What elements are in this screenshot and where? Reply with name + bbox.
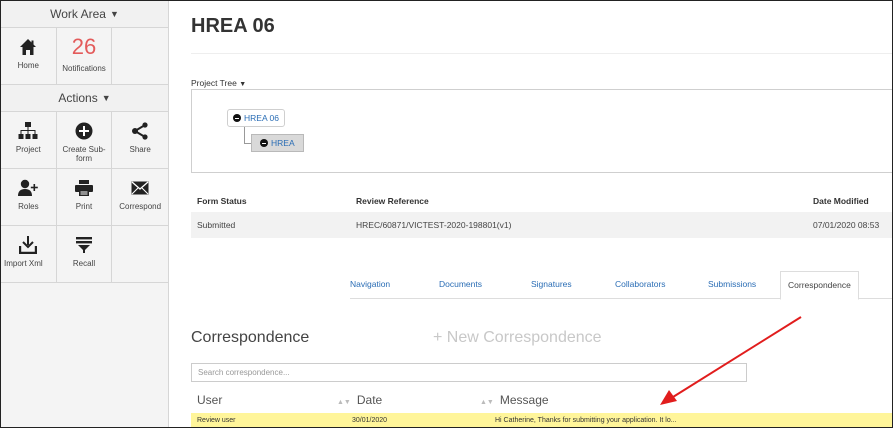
status-table-header: Form Status Review Reference Date Modifi… <box>191 191 892 211</box>
correspondence-title: Correspondence <box>191 329 310 346</box>
import-xml-label: Import Xml <box>4 259 43 268</box>
message-column-header[interactable]: ▲▼ Message <box>480 393 549 407</box>
notifications-count: 26 <box>71 34 97 59</box>
chevron-down-icon: ▼ <box>239 81 247 88</box>
work-area-row: Home 26 Notifications <box>1 28 168 85</box>
message-column-label: Message <box>499 393 549 407</box>
date-modified-header: Date Modified <box>813 196 869 206</box>
tab-signatures[interactable]: Signatures <box>531 279 572 289</box>
sidebar: Work Area ▼ Home 26 Notifications Action… <box>1 1 169 427</box>
actions-label: Actions <box>58 91 98 105</box>
form-status-header: Form Status <box>197 196 247 206</box>
import-icon <box>19 234 38 256</box>
create-sub-form-button[interactable]: Create Sub-form <box>57 112 113 168</box>
tab-submissions[interactable]: Submissions <box>708 279 756 289</box>
notifications-label: Notifications <box>62 64 106 73</box>
project-tree: HREA 06 HREA <box>191 89 892 173</box>
correspondence-table-header: User ▲▼ Date ▲▼ Message <box>191 393 892 409</box>
chevron-down-icon: ▼ <box>101 93 111 103</box>
recall-icon <box>75 234 93 256</box>
tab-navigation[interactable]: Navigation <box>350 279 390 289</box>
tree-connector <box>244 127 245 143</box>
share-button[interactable]: Share <box>112 112 168 168</box>
main-content: HREA 06 Project Tree ▼ HREA 06 HREA Form… <box>170 1 892 427</box>
create-sub-form-label: Create Sub-form <box>62 145 106 163</box>
divider <box>191 53 892 54</box>
recall-button[interactable]: Recall <box>57 226 113 282</box>
envelope-icon <box>131 177 149 199</box>
correspond-button[interactable]: Correspond <box>112 169 168 225</box>
tab-collaborators[interactable]: Collaborators <box>615 279 666 289</box>
search-correspondence-input[interactable] <box>191 363 747 382</box>
sort-icon: ▲▼ <box>337 399 351 406</box>
tab-bar: Navigation Documents Signatures Collabor… <box>350 271 892 300</box>
date-column-label: Date <box>356 393 383 407</box>
share-label: Share <box>129 145 151 154</box>
tree-node-child-label: HREA <box>271 138 295 148</box>
project-button[interactable]: Project <box>1 112 57 168</box>
add-circle-icon <box>75 120 93 142</box>
minus-circle-icon[interactable] <box>233 114 241 122</box>
project-label: Project <box>15 145 41 154</box>
roles-label: Roles <box>18 202 39 211</box>
correspond-label: Correspond <box>119 202 162 211</box>
review-reference-value: HREC/60871/VICTEST-2020-198801(v1) <box>356 220 512 230</box>
project-tree-toggle[interactable]: Project Tree ▼ <box>191 78 246 88</box>
empty-tile <box>112 226 168 282</box>
import-xml-button[interactable]: Import Xml <box>1 226 57 282</box>
tree-node-root[interactable]: HREA 06 <box>227 109 285 127</box>
form-status-value: Submitted <box>197 220 236 230</box>
actions-header[interactable]: Actions ▼ <box>1 85 168 112</box>
new-correspondence-button[interactable]: + New Correspondence <box>433 329 602 347</box>
tab-correspondence[interactable]: Correspondence <box>780 271 859 300</box>
app-window: Work Area ▼ Home 26 Notifications Action… <box>0 0 893 428</box>
chevron-down-icon: ▼ <box>109 9 119 19</box>
row-user: Review user <box>197 417 236 424</box>
table-row[interactable]: Review user 30/01/2020 Hi Catherine, Tha… <box>191 413 892 427</box>
minus-circle-icon[interactable] <box>260 139 268 147</box>
actions-row-2: Roles Print Correspond <box>1 169 168 226</box>
sort-icon: ▲▼ <box>480 399 494 406</box>
row-message: Hi Catherine, Thanks for submitting your… <box>495 417 677 424</box>
tree-connector <box>244 143 251 144</box>
row-date: 30/01/2020 <box>352 417 388 424</box>
add-user-icon <box>18 177 39 199</box>
printer-icon <box>75 177 93 199</box>
review-reference-header: Review Reference <box>356 196 429 206</box>
work-area-label: Work Area <box>50 7 106 21</box>
work-area-header[interactable]: Work Area ▼ <box>1 1 168 28</box>
tab-documents[interactable]: Documents <box>439 279 482 289</box>
notifications-button[interactable]: 26 Notifications <box>57 28 113 84</box>
project-tree-label: Project Tree <box>191 78 237 88</box>
empty-tile <box>112 28 168 84</box>
project-tree-icon <box>18 120 38 142</box>
actions-row-3: Import Xml Recall <box>1 226 168 283</box>
tree-node-root-label: HREA 06 <box>244 113 279 123</box>
tree-node-child[interactable]: HREA <box>251 134 304 152</box>
recall-label: Recall <box>72 259 96 268</box>
share-icon <box>131 120 149 142</box>
status-table-row: Submitted HREC/60871/VICTEST-2020-198801… <box>191 212 892 238</box>
date-column-header[interactable]: ▲▼ Date <box>337 393 382 407</box>
user-column-header[interactable]: User <box>197 393 222 407</box>
print-button[interactable]: Print <box>57 169 113 225</box>
home-button[interactable]: Home <box>1 28 57 84</box>
home-icon <box>19 36 37 58</box>
print-label: Print <box>75 202 93 211</box>
actions-row-1: Project Create Sub-form Share <box>1 112 168 169</box>
page-title: HREA 06 <box>191 15 275 37</box>
date-modified-value: 07/01/2020 08:53 <box>813 220 880 230</box>
home-label: Home <box>17 61 39 70</box>
roles-button[interactable]: Roles <box>1 169 57 225</box>
